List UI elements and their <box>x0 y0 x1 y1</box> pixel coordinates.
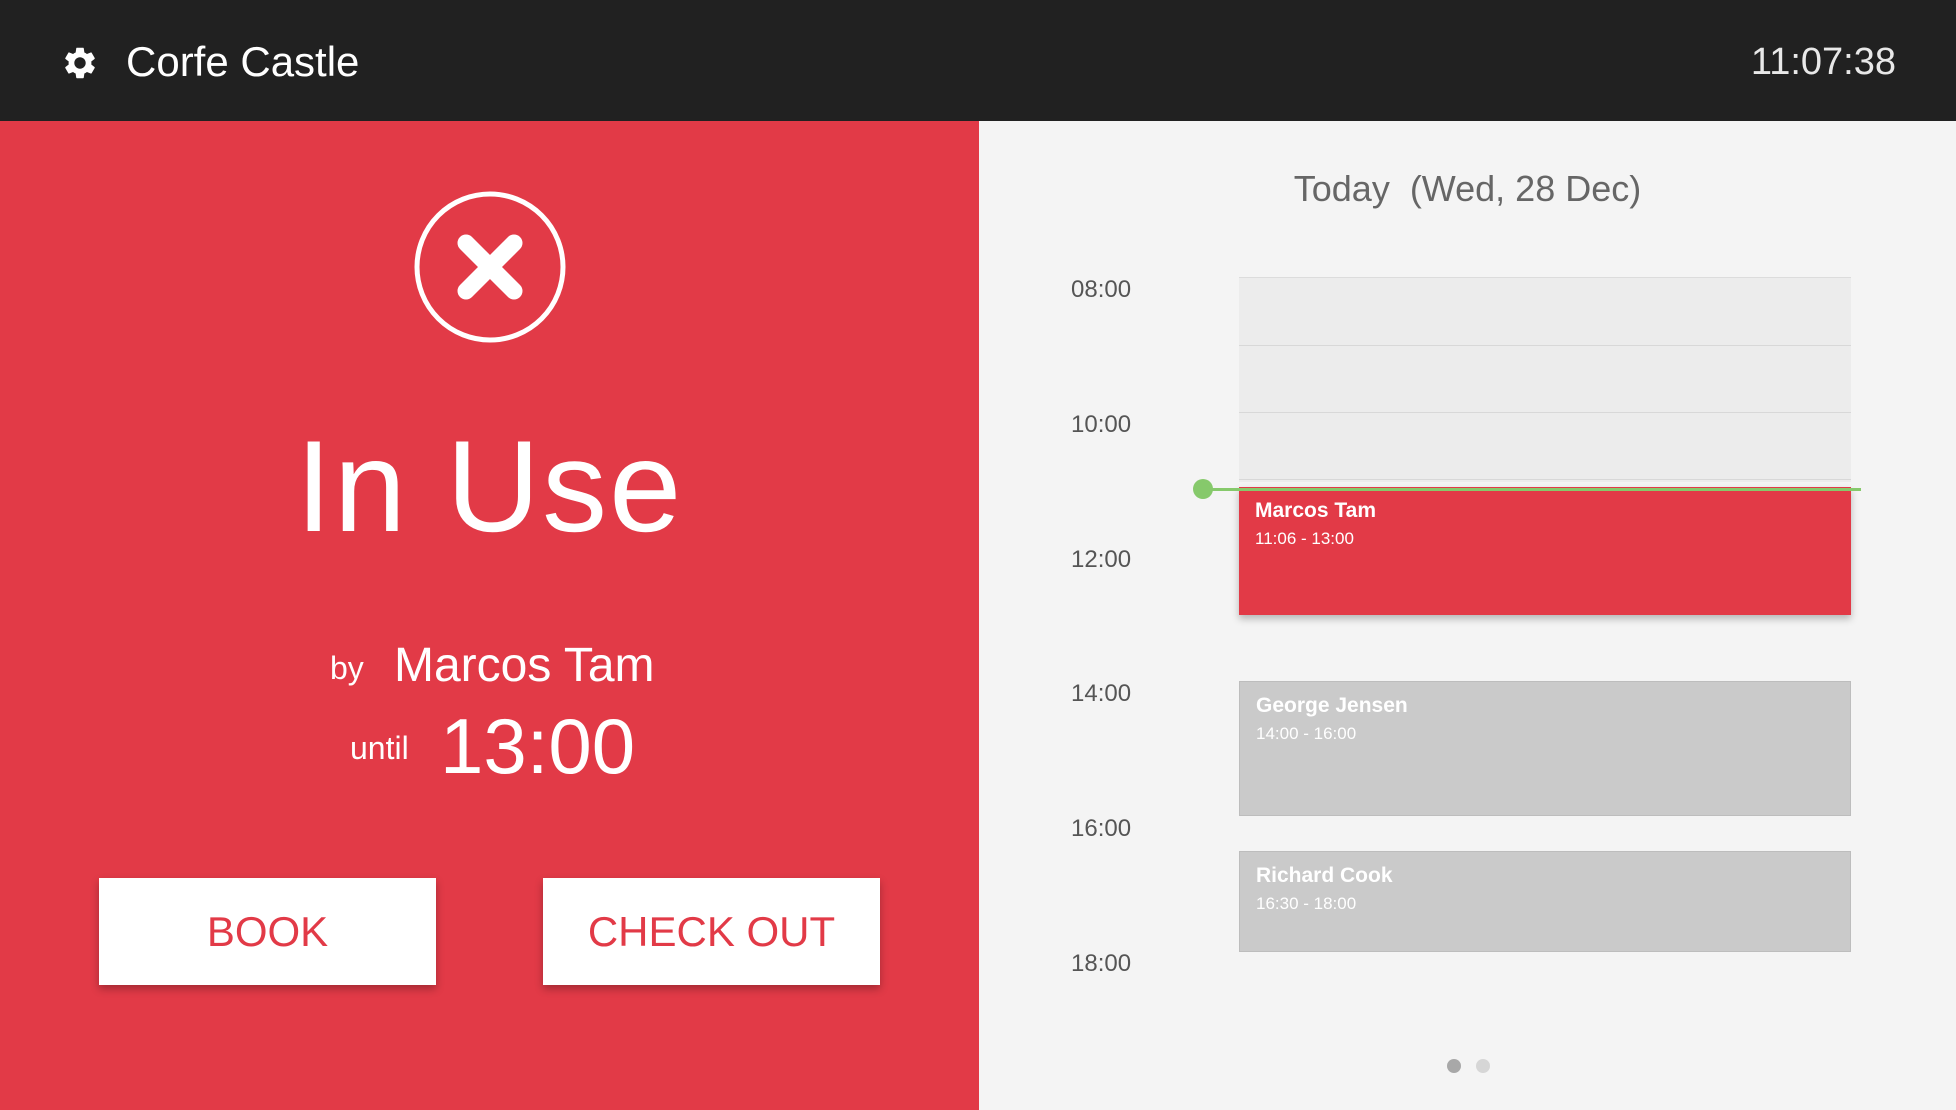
until-label: until <box>350 730 409 766</box>
page-indicator-dot[interactable] <box>1476 1059 1490 1073</box>
current-time-dot <box>1193 479 1213 499</box>
grid-line <box>1239 412 1851 413</box>
book-button[interactable]: BOOK <box>99 878 436 985</box>
event-card[interactable]: Richard Cook 16:30 - 18:00 <box>1239 851 1851 952</box>
room-display-app: Corfe Castle 11:07:38 In Use by Marcos T… <box>0 0 1956 1110</box>
event-card-current[interactable]: Marcos Tam 11:06 - 13:00 <box>1239 487 1851 615</box>
by-label: by <box>330 650 364 686</box>
past-time-area <box>1239 277 1851 482</box>
time-label: 12:00 <box>1071 546 1132 573</box>
grid-line <box>1239 345 1851 346</box>
current-time-line <box>1203 488 1861 491</box>
event-card[interactable]: George Jensen 14:00 - 16:00 <box>1239 681 1851 816</box>
top-bar: Corfe Castle 11:07:38 <box>0 0 1956 121</box>
close-circle-icon <box>414 191 566 343</box>
check-out-button[interactable]: CHECK OUT <box>543 878 880 985</box>
event-time: 11:06 - 13:00 <box>1255 529 1354 548</box>
time-label: 18:00 <box>1071 950 1132 977</box>
room-status-text: In Use <box>295 413 684 559</box>
time-label: 16:00 <box>1071 815 1132 842</box>
event-time: 14:00 - 16:00 <box>1256 724 1357 743</box>
schedule-panel: Today (Wed, 28 Dec) 08:00 10:00 12:00 14… <box>979 121 1956 1110</box>
event-organizer: Marcos Tam <box>1255 499 1376 522</box>
date-header: Today (Wed, 28 Dec) <box>1293 168 1642 209</box>
gear-icon[interactable] <box>61 44 99 82</box>
page-indicator-dot-active[interactable] <box>1447 1059 1461 1073</box>
until-time: 13:00 <box>440 702 636 790</box>
time-label: 08:00 <box>1071 276 1132 303</box>
event-organizer: George Jensen <box>1256 694 1408 717</box>
clock: 11:07:38 <box>1750 41 1896 83</box>
time-label: 10:00 <box>1071 411 1132 438</box>
organizer-name: Marcos Tam <box>394 639 655 692</box>
event-organizer: Richard Cook <box>1256 864 1393 887</box>
time-label: 14:00 <box>1071 680 1132 707</box>
status-panel: In Use by Marcos Tam until 13:00 BOOK CH… <box>0 121 979 1110</box>
room-title: Corfe Castle <box>126 38 360 85</box>
grid-line <box>1239 479 1851 480</box>
event-time: 16:30 - 18:00 <box>1256 894 1357 913</box>
